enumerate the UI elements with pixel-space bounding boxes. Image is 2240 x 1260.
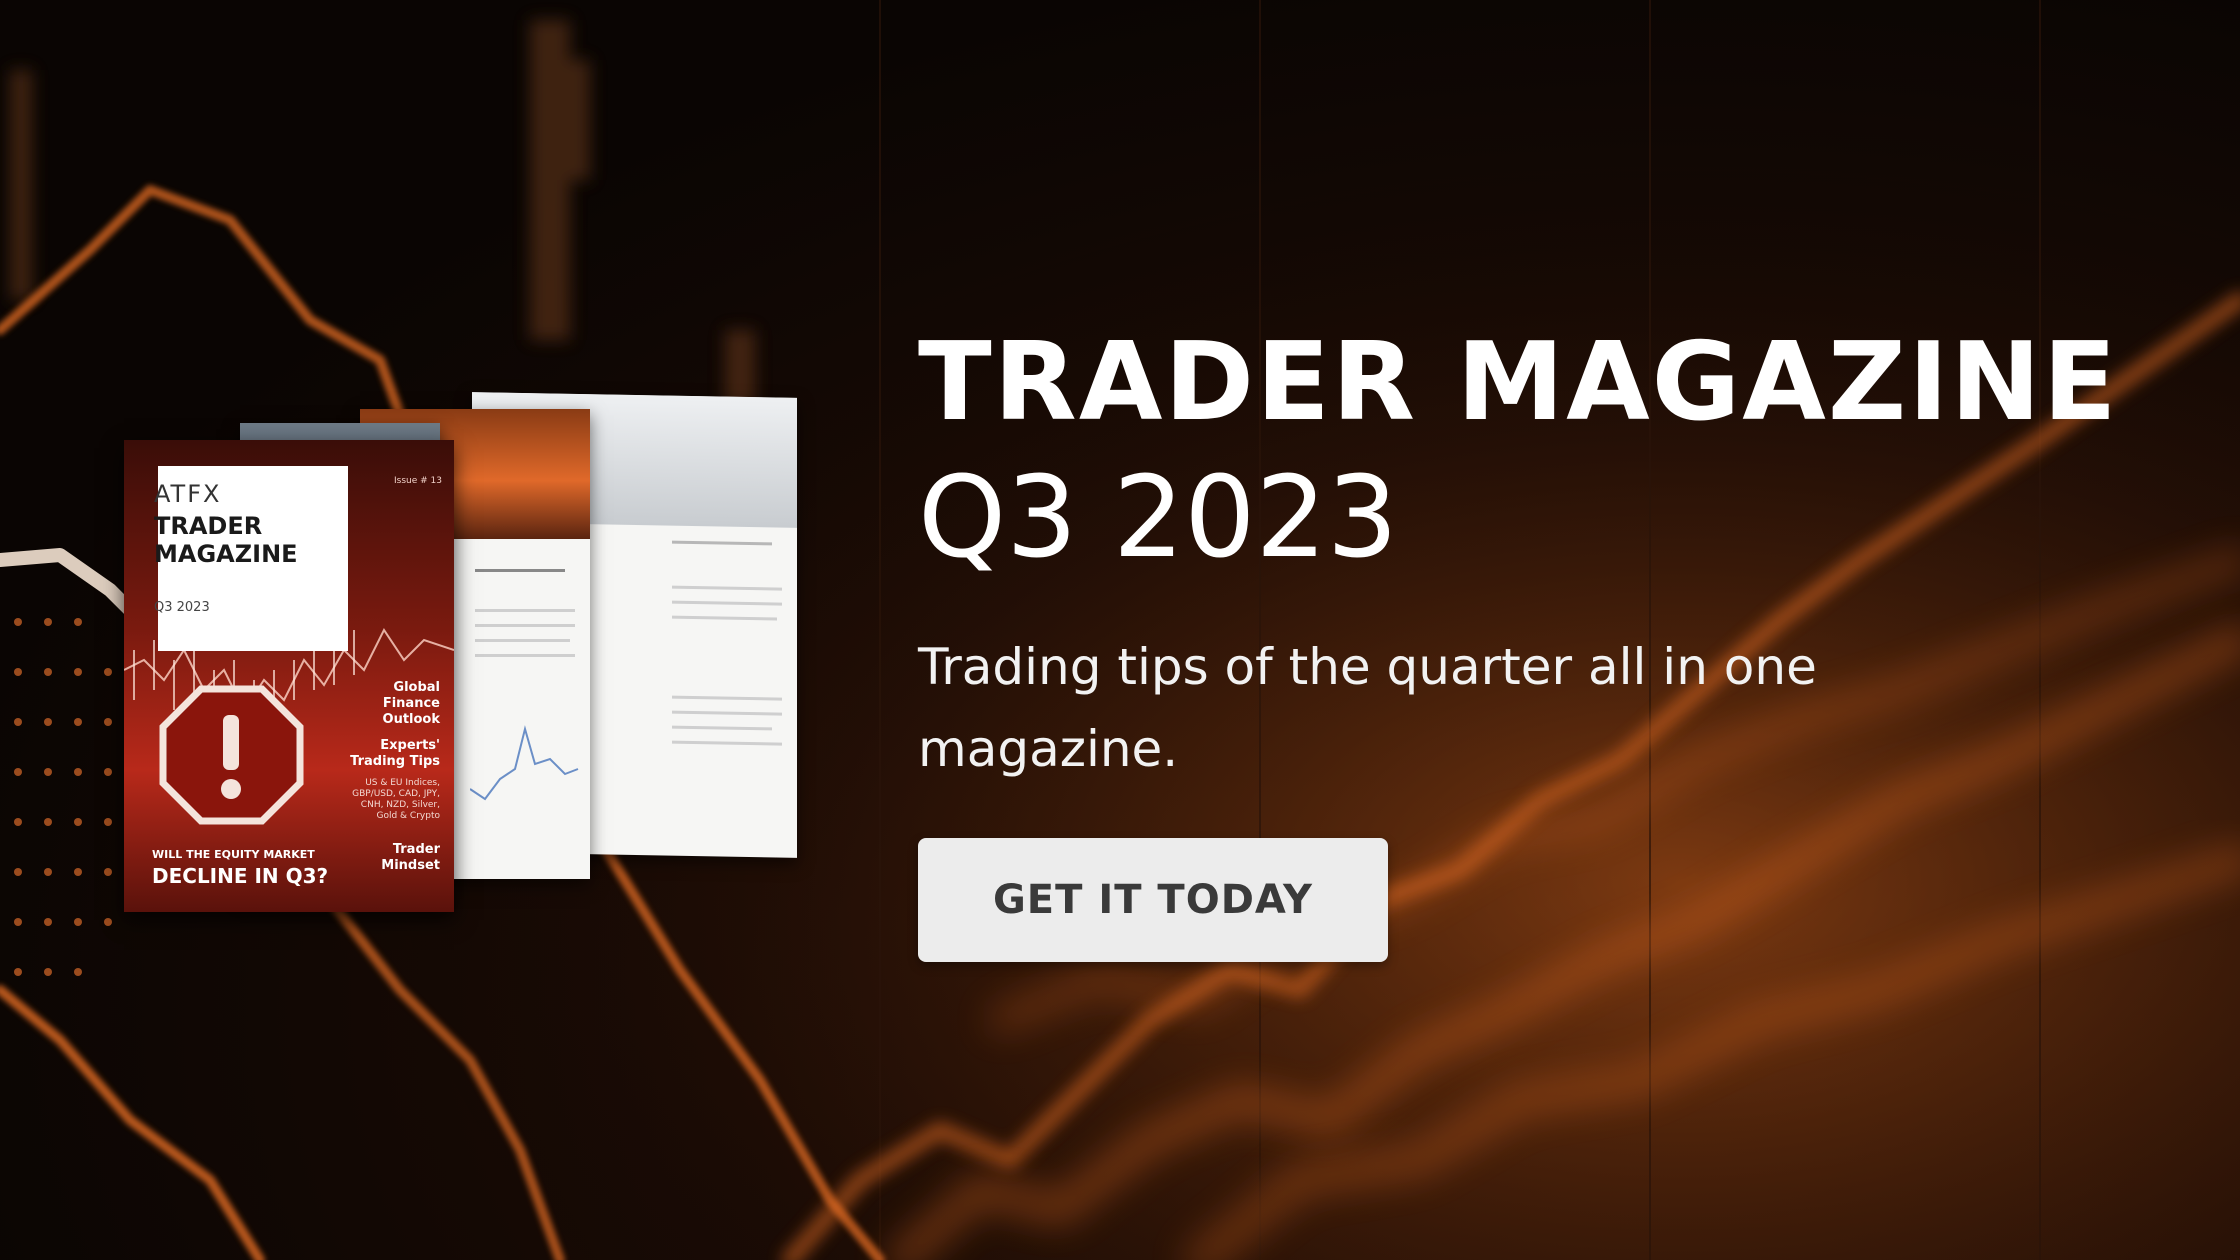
cover-brand: ATFX bbox=[154, 480, 222, 508]
cover-issue-label: Q3 2023 bbox=[154, 600, 210, 615]
cover-side-item-2: Experts' Trading Tips bbox=[350, 738, 440, 769]
magazine-stack-illustration: ATFX TRADER MAGAZINE Q3 2023 Issue # 13 … bbox=[120, 392, 810, 925]
page-subtitle: Q3 2023 bbox=[918, 453, 1399, 583]
cover-side-item-1: Global Finance Outlook bbox=[382, 680, 440, 727]
banner-stage: ATFX TRADER MAGAZINE Q3 2023 Issue # 13 … bbox=[0, 0, 2240, 1260]
cover-side-item-3: Trader Mindset bbox=[381, 842, 440, 873]
cover-issue-number: Issue # 13 bbox=[394, 476, 442, 486]
headline-block: TRADER MAGAZINE Q3 2023 bbox=[918, 318, 2118, 588]
cover-headline-bottom: DECLINE IN Q3? bbox=[152, 864, 329, 888]
magazine-cover: ATFX TRADER MAGAZINE Q3 2023 Issue # 13 … bbox=[124, 440, 454, 912]
cover-side-small-text: US & EU Indices, GBP/USD, CAD, JPY, CNH,… bbox=[352, 778, 440, 821]
warning-icon bbox=[159, 685, 304, 825]
page-title: TRADER MAGAZINE bbox=[918, 320, 2119, 445]
cover-title: TRADER MAGAZINE bbox=[154, 512, 298, 568]
get-it-today-button[interactable]: GET IT TODAY bbox=[918, 838, 1388, 962]
cover-headline-top: WILL THE EQUITY MARKET bbox=[152, 848, 315, 861]
tagline-text: Trading tips of the quarter all in one m… bbox=[918, 638, 1817, 778]
